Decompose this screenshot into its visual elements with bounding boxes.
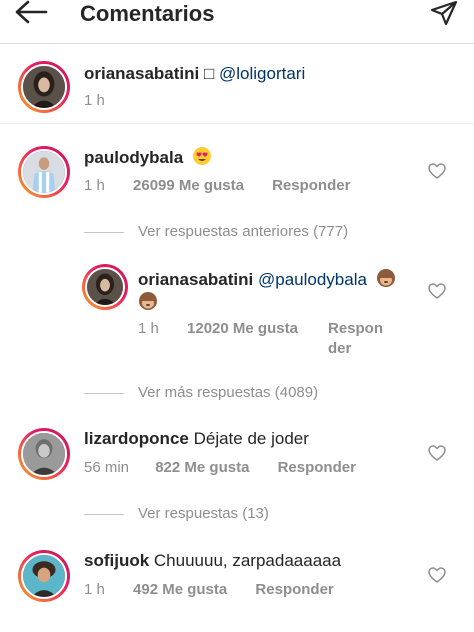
avatar[interactable] <box>18 428 70 480</box>
view-replies-label: Ver respuestas anteriores (777) <box>138 223 349 240</box>
reply-time: 1 h <box>138 320 159 337</box>
divider-line <box>84 392 124 394</box>
see-no-evil-monkey-icon <box>139 292 157 310</box>
comment-username[interactable]: paulodybala <box>84 148 183 167</box>
reply-username[interactable]: orianasabatini <box>138 270 253 289</box>
header-bar: Comentarios <box>0 0 474 44</box>
comment-username[interactable]: lizardoponce <box>84 429 189 448</box>
comment-text: sofijuok Chuuuuu, zarpadaaaaaa <box>84 550 341 572</box>
avatar-photo <box>23 151 65 193</box>
arrow-left-icon[interactable] <box>12 0 50 28</box>
divider-line <box>84 513 124 515</box>
reply-meta: 1 h 12020 Me gusta <box>138 319 298 339</box>
avatar-photo <box>23 555 65 597</box>
avatar[interactable] <box>18 146 70 198</box>
comment-meta: 56 min 822 Me gusta Responder <box>84 458 356 478</box>
avatar[interactable] <box>82 264 128 310</box>
comment-likes[interactable]: 26099 Me gusta <box>133 177 244 194</box>
view-replies-link[interactable]: Ver respuestas (13) <box>84 504 269 524</box>
caption-text: orianasabatini □ @loligortari <box>84 63 305 85</box>
heart-outline-icon[interactable] <box>428 445 446 461</box>
reply-button[interactable]: Responder <box>255 581 333 598</box>
caption-mention[interactable]: @loligortari <box>219 64 305 83</box>
post-caption: orianasabatini □ @loligortari 1 h <box>0 44 474 124</box>
reply-likes[interactable]: 12020 Me gusta <box>187 320 298 337</box>
missing-glyph: □ <box>204 64 215 83</box>
avatar-photo <box>23 433 65 475</box>
see-no-evil-monkey-icon <box>376 269 395 287</box>
caption-username[interactable]: orianasabatini <box>84 64 199 83</box>
view-previous-replies-link[interactable]: Ver respuestas anteriores (777) <box>84 222 348 242</box>
heart-outline-icon[interactable] <box>428 567 446 583</box>
comment-time: 56 min <box>84 459 130 476</box>
comment-meta: 1 h 492 Me gusta Responder <box>84 580 334 600</box>
comment-text: paulodybala <box>84 146 212 169</box>
view-replies-label: Ver más respuestas (4089) <box>138 384 319 401</box>
reply-text: orianasabatini @paulodybala <box>138 268 418 314</box>
reply-button-line1: Respon <box>328 320 384 337</box>
comment-username[interactable]: sofijuok <box>84 551 149 570</box>
comment-likes[interactable]: 492 Me gusta <box>133 581 227 598</box>
comment-time: 1 h <box>84 581 105 598</box>
comment-likes[interactable]: 822 Me gusta <box>155 459 249 476</box>
heart-outline-icon[interactable] <box>428 283 446 299</box>
view-more-replies-link[interactable]: Ver más respuestas (4089) <box>84 383 318 403</box>
reply-button-line2: der <box>328 340 352 357</box>
comment-time: 1 h <box>84 177 105 194</box>
avatar[interactable] <box>18 550 70 602</box>
comment-meta: 1 h 26099 Me gusta Responder <box>84 176 350 196</box>
comment-body: Déjate de joder <box>193 429 309 448</box>
avatar-photo <box>87 269 123 305</box>
comment-text: lizardoponce Déjate de joder <box>84 428 309 450</box>
caption-time: 1 h <box>84 92 105 109</box>
reply-button[interactable]: Responder <box>278 459 356 476</box>
reply-button[interactable]: Responder <box>272 177 350 194</box>
reply-mention[interactable]: @paulodybala <box>258 270 367 289</box>
divider-line <box>84 231 124 233</box>
comment-body: Chuuuuu, zarpadaaaaaa <box>153 551 342 570</box>
view-replies-label: Ver respuestas (13) <box>138 505 269 522</box>
page-title: Comentarios <box>80 1 215 26</box>
heart-outline-icon[interactable] <box>428 163 446 179</box>
avatar[interactable] <box>18 61 70 113</box>
reply-button[interactable]: Respon der <box>328 319 398 359</box>
caption-meta: 1 h <box>84 91 105 111</box>
avatar-photo <box>23 66 65 108</box>
paper-plane-icon[interactable] <box>430 0 458 26</box>
heart-eyes-emoji-icon <box>192 147 211 165</box>
